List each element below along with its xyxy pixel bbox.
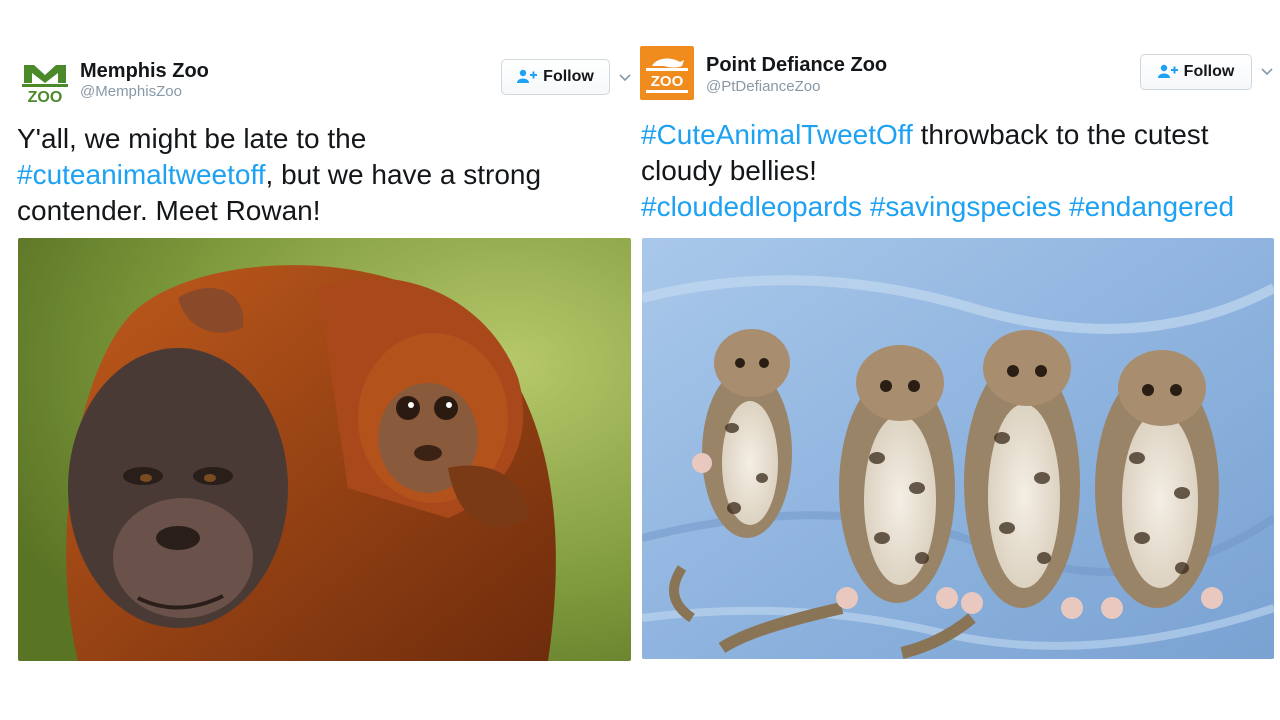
tweet-point-defiance-zoo: ZOO Point Defiance Zoo @PtDefianceZoo Fo… — [636, 0, 1280, 720]
chevron-down-icon[interactable] — [1260, 65, 1274, 79]
user-handle[interactable]: @PtDefianceZoo — [706, 78, 820, 95]
display-name[interactable]: Memphis Zoo — [80, 60, 209, 83]
hashtag-links[interactable]: #cloudedleopards #savingspecies #endange… — [641, 191, 1234, 222]
tweet-memphis-zoo: ZOO Memphis Zoo @MemphisZoo Follow Y'all… — [0, 0, 636, 720]
tweet-photo-clouded-leopards[interactable] — [642, 238, 1274, 659]
follow-label: Follow — [543, 68, 594, 85]
follow-button[interactable]: Follow — [501, 59, 610, 95]
follow-label: Follow — [1183, 63, 1235, 80]
point-defiance-zoo-logo[interactable]: ZOO — [640, 46, 694, 100]
tweet-text: Y'all, we might be late to the #cuteanim… — [17, 121, 577, 229]
follow-button[interactable]: Follow — [1140, 54, 1252, 90]
add-user-icon — [517, 69, 538, 86]
hashtag-link[interactable]: #CuteAnimalTweetOff — [641, 119, 913, 150]
tweet-photo-orangutans[interactable] — [18, 238, 631, 661]
memphis-zoo-logo[interactable]: ZOO — [20, 57, 70, 107]
svg-text:ZOO: ZOO — [651, 73, 684, 90]
user-handle[interactable]: @MemphisZoo — [80, 83, 182, 100]
tweet-text-part: Y'all, we might be late to the — [17, 123, 367, 154]
svg-text:ZOO: ZOO — [28, 89, 63, 106]
hashtag-link[interactable]: #cuteanimaltweetoff — [17, 159, 266, 190]
chevron-down-icon[interactable] — [618, 71, 632, 85]
add-user-icon — [1157, 64, 1178, 81]
display-name[interactable]: Point Defiance Zoo — [706, 54, 887, 77]
tweet-text: #CuteAnimalTweetOff throwback to the cut… — [641, 117, 1271, 225]
